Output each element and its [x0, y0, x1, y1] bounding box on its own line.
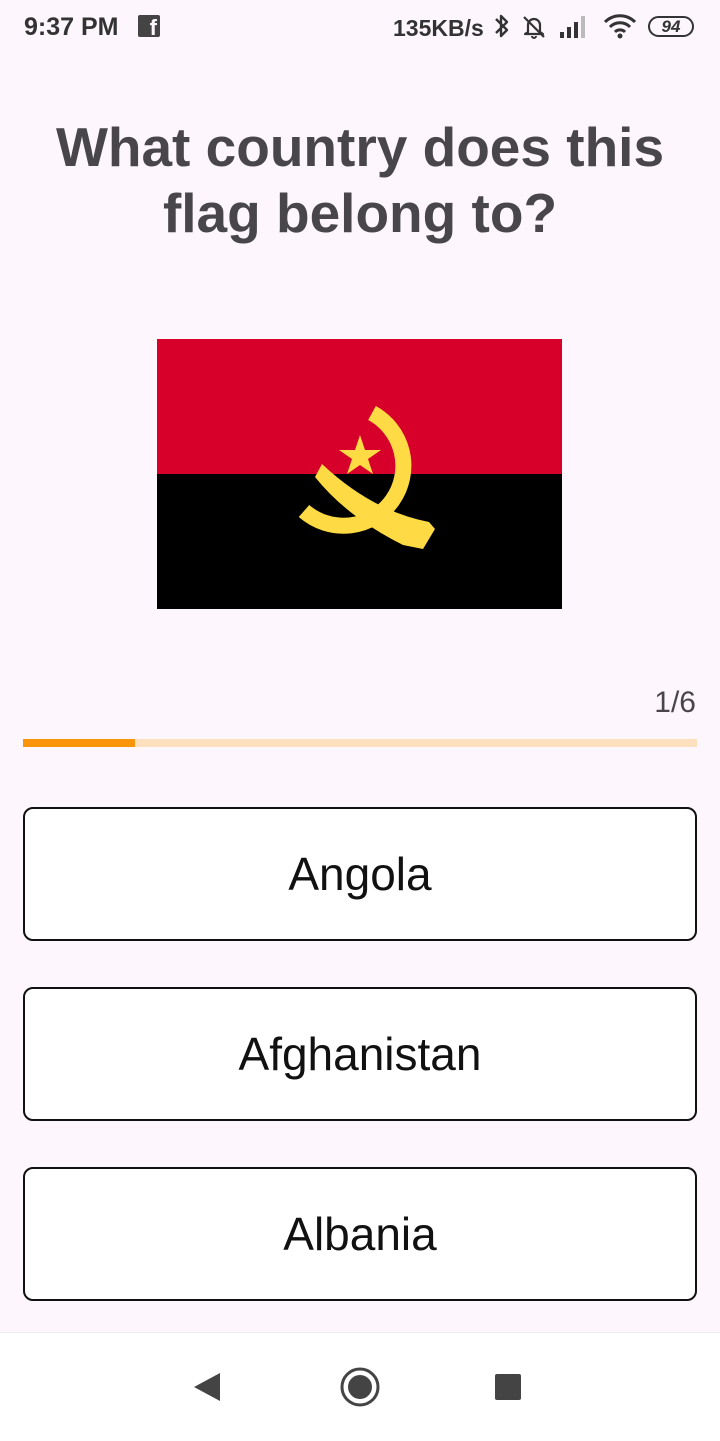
facebook-icon: f	[138, 15, 160, 39]
angola-flag-image	[157, 339, 562, 609]
status-bar: 9:37 PM f 135KB/s 94	[0, 0, 720, 56]
progress-bar	[23, 739, 697, 747]
answer-button[interactable]: Afghanistan	[23, 987, 697, 1121]
answer-button[interactable]: Angola	[23, 807, 697, 941]
alarm-off-icon	[523, 16, 545, 39]
signal-icon	[560, 16, 585, 38]
progress-counter: 1/6	[654, 686, 696, 719]
answer-button[interactable]: Albania	[23, 1167, 697, 1301]
bluetooth-icon	[495, 14, 509, 38]
status-time: 9:37 PM	[24, 13, 119, 41]
wifi-icon	[603, 14, 637, 39]
navigation-bar	[0, 1332, 720, 1441]
network-speed: 135KB/s	[393, 15, 484, 41]
home-icon[interactable]	[338, 1365, 382, 1409]
back-icon[interactable]	[190, 1369, 224, 1405]
battery-indicator: 94	[648, 16, 694, 37]
question-text: What country does this flag belong to?	[55, 116, 665, 244]
progress-bar-fill	[23, 739, 136, 747]
recents-icon[interactable]	[493, 1372, 523, 1402]
